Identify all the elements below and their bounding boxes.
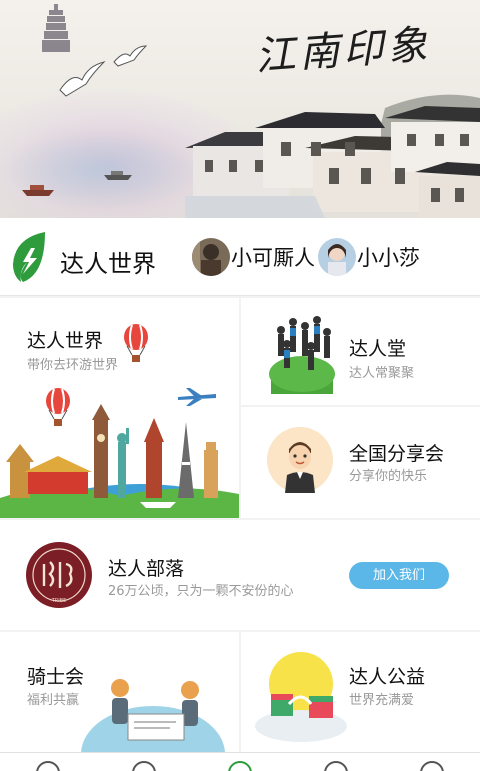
- card-title: 达人公益: [349, 666, 426, 688]
- hot-air-balloon-icon: [124, 324, 148, 362]
- world-landmarks-illustration: [0, 404, 239, 518]
- user-name[interactable]: 小可厮人: [231, 242, 315, 272]
- crowd-icon: [269, 316, 335, 394]
- card-talent-world[interactable]: 达人世界 带你去环游世界: [0, 298, 239, 518]
- jiangnan-village-illustration: [185, 94, 480, 218]
- card-subtitle: 带你去环游世界: [27, 358, 119, 373]
- talent-world-title: 达人世界: [60, 250, 156, 278]
- card-subtitle: 分享你的快乐: [349, 469, 428, 484]
- svg-text:TRIBE: TRIBE: [51, 598, 67, 604]
- talent-world-header: 达人世界 小可厮人 小小莎: [0, 218, 480, 296]
- card-knight-club[interactable]: 骑士会 福利共赢: [0, 632, 239, 752]
- card-subtitle: 26万公顷，只为一颗不安份的心: [108, 584, 294, 599]
- card-talent-hall[interactable]: 达人堂 达人常聚聚: [241, 298, 480, 405]
- card-title: 达人世界: [27, 330, 104, 352]
- join-us-button[interactable]: 加入我们: [349, 562, 449, 589]
- crane-icon-2: [113, 45, 148, 67]
- user-chip-2[interactable]: 小小莎: [318, 237, 420, 277]
- card-subtitle: 达人常聚聚: [349, 366, 415, 381]
- card-share-meeting[interactable]: 全国分享会 分享你的快乐: [241, 407, 480, 518]
- gift-icon: [255, 652, 347, 742]
- chat-icon[interactable]: [324, 761, 348, 771]
- card-title: 全国分享会: [349, 443, 445, 465]
- boat-icon-2: [104, 171, 132, 180]
- banner-mist-blue: [0, 130, 200, 210]
- leaf-icon: [13, 232, 45, 282]
- bike-icon: [81, 679, 225, 752]
- card-subtitle: 福利共赢: [27, 693, 80, 708]
- profile-icon[interactable]: [420, 761, 444, 771]
- bottom-tab-bar: [0, 752, 480, 771]
- user-name-2[interactable]: 小小莎: [357, 242, 420, 272]
- card-title: 骑士会: [27, 666, 85, 688]
- user-chip[interactable]: 小可厮人: [192, 237, 315, 277]
- globe-icon[interactable]: [36, 761, 60, 771]
- boat-icon: [22, 185, 54, 196]
- man-avatar-icon: [267, 427, 333, 493]
- card-title: 达人部落: [108, 558, 185, 580]
- crane-icon: [59, 61, 106, 97]
- card-title: 达人堂: [349, 338, 407, 360]
- banner-calligraphy: 江南印象: [253, 21, 433, 81]
- card-talent-charity[interactable]: 达人公益 世界充满爱: [241, 632, 480, 752]
- tribe-seal-icon: TRIBE: [26, 542, 92, 608]
- top-banner[interactable]: 江南印象: [0, 0, 480, 218]
- card-subtitle: 世界充满爱: [349, 693, 415, 708]
- avatar-2[interactable]: [318, 238, 356, 276]
- pagoda-icon: [42, 4, 70, 52]
- center-tab-icon[interactable]: [228, 761, 252, 771]
- avatar[interactable]: [192, 238, 230, 276]
- location-icon[interactable]: [132, 761, 156, 771]
